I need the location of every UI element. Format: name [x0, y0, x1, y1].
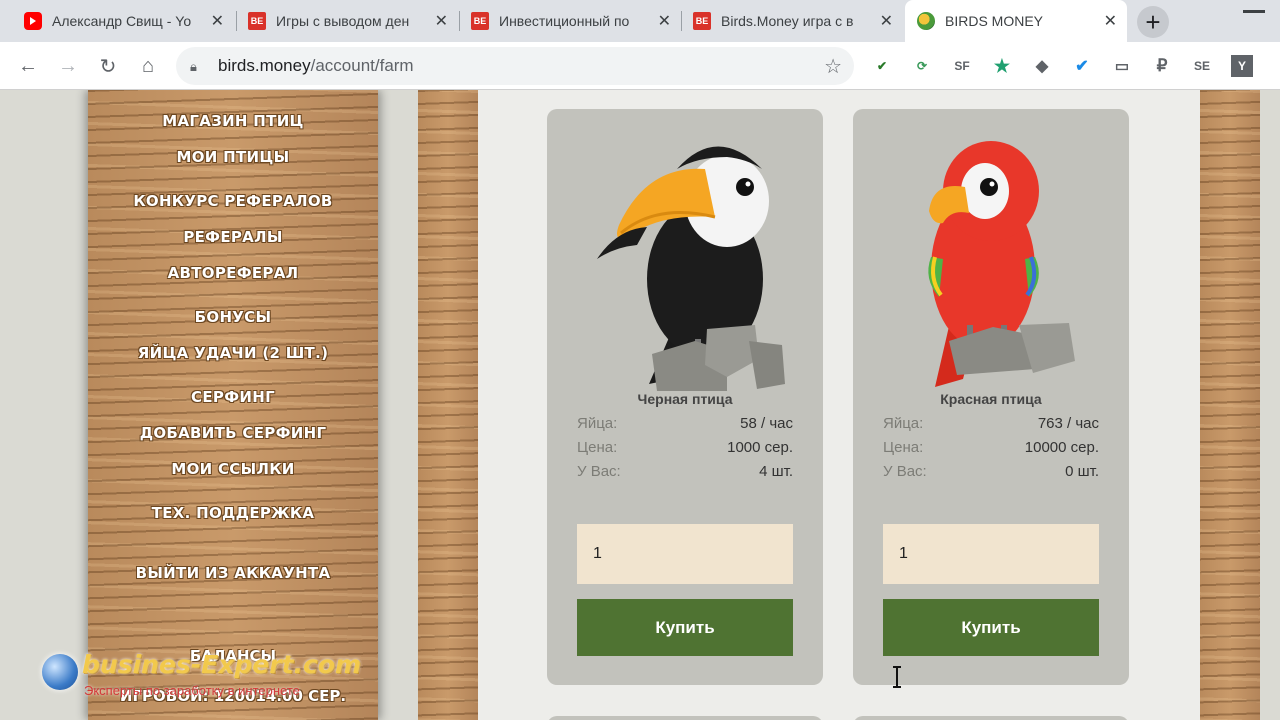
bird-card-next: [547, 716, 823, 720]
forward-button[interactable]: →: [54, 52, 82, 80]
menu-item-lucky-eggs[interactable]: ЯЙЦА УДАЧИ (2 ШТ.): [88, 344, 378, 362]
menu-item-support[interactable]: ТЕХ. ПОДДЕРЖКА: [88, 504, 378, 522]
bird-eggs-row: Яйца: 58 / час: [577, 415, 793, 432]
black-bird-image: [597, 146, 785, 391]
tab-birds-money-review[interactable]: BE Birds.Money игра с в ✕: [681, 0, 903, 42]
tab-games[interactable]: BE Игры с выводом ден ✕: [236, 0, 458, 42]
tab-close-icon[interactable]: ✕: [880, 11, 893, 31]
menu-item-my-links[interactable]: МОИ ССЫЛКИ: [88, 460, 378, 478]
bird-eggs-value: 763 / час: [1037, 415, 1099, 432]
quantity-input[interactable]: [577, 524, 793, 584]
tab-birds-money[interactable]: BIRDS MONEY ✕: [905, 0, 1127, 42]
extension-sync-icon[interactable]: ⟳: [911, 55, 933, 77]
bird-card-black: Черная птица Яйца: 58 / час Цена: 1000 с…: [547, 109, 823, 685]
reload-button[interactable]: ↻: [94, 52, 122, 80]
back-button[interactable]: ←: [14, 52, 42, 80]
menu-item-my-birds[interactable]: МОИ ПТИЦЫ: [88, 148, 378, 166]
be-icon: BE: [248, 12, 266, 30]
lock-icon: 🔒︎: [190, 59, 197, 74]
menu-item-autoreferral[interactable]: АВТОРЕФЕРАЛ: [88, 264, 378, 282]
bird-owned-value: 0 шт.: [1065, 463, 1099, 480]
tab-invest[interactable]: BE Инвестиционный по ✕: [459, 0, 681, 42]
quantity-input[interactable]: [883, 524, 1099, 584]
bird-price-row: Цена: 1000 сер.: [577, 439, 793, 456]
text-cursor-icon: [893, 666, 901, 688]
bird-card-next: [853, 716, 1129, 720]
menu-item-add-surfing[interactable]: ДОБАВИТЬ СЕРФИНГ: [88, 424, 378, 442]
tab-strip: Александр Свищ - Yo ✕ BE Игры с выводом …: [0, 0, 1280, 42]
extension-yandex-icon[interactable]: Y: [1231, 55, 1253, 77]
extension-login-icon[interactable]: ✔: [871, 55, 893, 77]
extension-check-icon[interactable]: ✔: [1071, 55, 1093, 77]
minimize-icon[interactable]: [1243, 10, 1265, 13]
extension-star-icon[interactable]: ★: [991, 55, 1013, 77]
bird-eggs-value: 58 / час: [740, 415, 793, 432]
extension-sf-icon[interactable]: SF: [951, 55, 973, 77]
extension-se-icon[interactable]: SE: [1191, 55, 1213, 77]
menu-item-logout[interactable]: ВЫЙТИ ИЗ АККАУНТА: [88, 564, 378, 582]
buy-button[interactable]: Купить: [883, 599, 1099, 656]
bird-eggs-row: Яйца: 763 / час: [883, 415, 1099, 432]
wood-plank-right: [1200, 90, 1260, 720]
url-text: birds.money/account/farm: [218, 56, 414, 75]
menu-item-referral-contest[interactable]: КОНКУРС РЕФЕРАЛОВ: [88, 192, 378, 210]
new-tab-button[interactable]: +: [1137, 6, 1169, 38]
youtube-icon: [24, 12, 42, 30]
home-button[interactable]: ⌂: [134, 52, 162, 80]
bird-name: Красная птица: [940, 391, 1042, 407]
bird-owned-row: У Вас: 4 шт.: [577, 463, 793, 480]
menu-item-bonuses[interactable]: БОНУСЫ: [88, 308, 378, 326]
red-bird-image: [928, 141, 1075, 387]
bird-price-value: 1000 сер.: [727, 439, 793, 456]
wood-plank-left: [418, 90, 478, 720]
browser-toolbar: ← → ↻ ⌂ 🔒︎ birds.money/account/farm ☆ ✔ …: [0, 42, 1280, 90]
be-icon: BE: [471, 12, 489, 30]
extension-cube-icon[interactable]: ◆: [1031, 55, 1053, 77]
page-body: МАГАЗИН ПТИЦ МОИ ПТИЦЫ КОНКУРС РЕФЕРАЛОВ…: [0, 90, 1280, 720]
globe-icon: [42, 654, 78, 690]
tab-close-icon[interactable]: ✕: [1104, 11, 1117, 31]
bird-card-red: Красная птица Яйца: 763 / час Цена: 1000…: [853, 109, 1129, 685]
bird-price-row: Цена: 10000 сер.: [883, 439, 1099, 456]
tab-close-icon[interactable]: ✕: [435, 11, 448, 31]
extension-screen-icon[interactable]: ▭: [1111, 55, 1133, 77]
tab-close-icon[interactable]: ✕: [658, 11, 671, 31]
bookmark-star-icon[interactable]: ☆: [824, 54, 842, 79]
menu-item-surfing[interactable]: СЕРФИНГ: [88, 388, 378, 406]
buy-button[interactable]: Купить: [577, 599, 793, 656]
menu-item-bird-shop[interactable]: МАГАЗИН ПТИЦ: [88, 112, 378, 130]
tab-close-icon[interactable]: ✕: [211, 11, 224, 31]
bird-owned-row: У Вас: 0 шт.: [883, 463, 1099, 480]
menu-item-referrals[interactable]: РЕФЕРАЛЫ: [88, 228, 378, 246]
bird-name: Черная птица: [637, 391, 733, 407]
be-icon: BE: [693, 12, 711, 30]
bird-owned-value: 4 шт.: [759, 463, 793, 480]
bird-price-value: 10000 сер.: [1024, 439, 1099, 456]
extension-ruble-icon[interactable]: ₽: [1151, 55, 1173, 77]
address-bar[interactable]: 🔒︎ birds.money/account/farm ☆: [176, 47, 854, 85]
birds-money-icon: [917, 12, 935, 30]
tab-youtube[interactable]: Александр Свищ - Yo ✕: [12, 0, 234, 42]
watermark-logo: busines-Expert.com Эксперты по заработку…: [40, 650, 400, 700]
